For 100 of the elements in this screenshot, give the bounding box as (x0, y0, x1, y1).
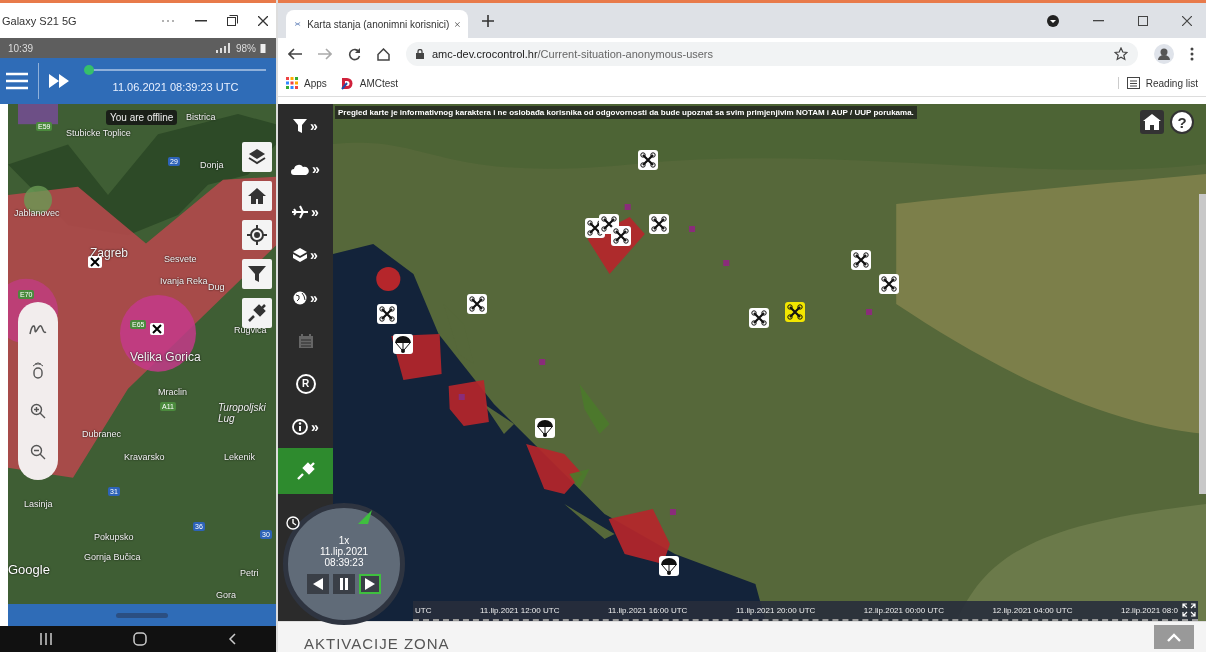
layers-icon (293, 247, 308, 262)
plug-icon (296, 462, 315, 480)
home-icon[interactable] (377, 47, 390, 61)
timeline-label: 12.lip.2021 08:0 (1121, 605, 1178, 615)
zoom-in-icon[interactable] (30, 403, 46, 420)
drone-warning-marker-icon[interactable] (785, 302, 805, 322)
locate-button[interactable] (242, 220, 272, 250)
speed-text: 1x (338, 534, 350, 546)
menu-icon[interactable] (6, 72, 28, 90)
timeline-label: 11.lip.2021 20:00 UTC (735, 605, 816, 615)
place-label: Jablanovec (14, 208, 60, 218)
pause-icon (339, 577, 349, 590)
timeline-label: 11.lip.2021 12:00 UTC (479, 605, 560, 615)
timeline-label: 11.lip.2021 16:00 UTC (607, 605, 688, 615)
layers-tool-button[interactable]: » (278, 233, 333, 276)
place-label: Gornja Bučica (84, 552, 141, 562)
zone-area (18, 104, 58, 125)
drone-marker-icon[interactable] (851, 250, 871, 270)
back-icon[interactable] (227, 633, 236, 645)
drone-marker-icon[interactable] (611, 226, 631, 246)
mouse-icon[interactable] (31, 360, 45, 379)
scrollbar[interactable] (1199, 194, 1206, 494)
fast-forward-icon[interactable] (49, 74, 69, 88)
place-label: Lasinja (24, 499, 53, 509)
apps-grid-icon (286, 77, 298, 89)
section-heading: AKTIVACIJE ZONA (304, 636, 450, 652)
connection-tool-button[interactable] (278, 448, 333, 494)
profile-dot-icon[interactable] (1047, 14, 1059, 27)
drone-marker-icon[interactable] (467, 294, 487, 314)
minimize-icon[interactable] (1093, 19, 1104, 22)
chevron-up-icon (1167, 632, 1181, 642)
layers-button[interactable] (242, 142, 272, 172)
browser-tab[interactable]: Karta stanja (anonimni korisnici) (286, 10, 468, 38)
clock-icon[interactable] (286, 516, 300, 530)
bookmark-link[interactable]: Apps (286, 77, 327, 89)
bookmark-link[interactable]: AMCtest (340, 76, 399, 90)
drone-marker-icon[interactable] (649, 214, 669, 234)
place-label: Gora (216, 590, 236, 600)
info-icon (292, 418, 309, 435)
home-button[interactable] (1140, 110, 1164, 134)
drone-marker-icon[interactable] (638, 150, 658, 170)
back-button[interactable] (307, 573, 329, 594)
play-button[interactable] (359, 573, 381, 594)
filter-icon (293, 118, 308, 133)
window-title: Galaxy S21 5G (2, 14, 77, 27)
home-button[interactable] (242, 181, 272, 211)
parachute-marker-icon[interactable] (659, 556, 679, 576)
minimize-icon[interactable] (195, 19, 207, 22)
timeline-label: 12.lip.2021 00:00 UTC (863, 605, 944, 615)
timeline-label: 12.lip.2021 04:00 UTC (992, 605, 1073, 615)
maximize-icon[interactable] (1138, 15, 1148, 26)
weather-tool-button[interactable]: » (278, 147, 333, 190)
timeline-bar[interactable]: UTC 11.lip.2021 12:00 UTC 11.lip.2021 16:00 UTC 11.lip.2021 20:00 UTC 12.lip.2021 00:00 UTC 12.lip.2021 04:00 UTC 12.lip.2021 08:0 (413, 601, 1198, 621)
zoom-out-icon[interactable] (30, 443, 46, 460)
back-arrow-icon[interactable] (288, 48, 302, 60)
place-label: Stubicke Toplice (66, 128, 131, 138)
calendar-icon (298, 333, 313, 348)
star-icon[interactable] (1114, 47, 1128, 61)
clock-text: 10:39 (8, 42, 34, 54)
connection-button[interactable] (242, 298, 272, 328)
back-icon (313, 577, 323, 590)
draw-icon[interactable] (29, 322, 47, 337)
new-tab-icon[interactable] (482, 14, 494, 27)
signal-icon (214, 43, 232, 53)
battery-icon (260, 43, 266, 53)
reload-icon[interactable] (348, 47, 361, 61)
kebab-menu-icon[interactable] (1190, 47, 1194, 61)
filter-tool-button[interactable]: » (278, 104, 333, 147)
place-label: Zagreb (90, 246, 129, 260)
globe-tool-button[interactable]: » (278, 276, 333, 319)
map-attribution: Google (8, 562, 50, 577)
restore-icon[interactable] (227, 15, 238, 26)
place-label: Pokupsko (94, 532, 134, 542)
plug-icon (247, 303, 267, 323)
drone-marker-icon[interactable] (749, 308, 769, 328)
reading-list-link[interactable]: Reading list (1117, 77, 1198, 89)
info-tool-button[interactable]: » (278, 405, 333, 448)
plane-icon (292, 204, 309, 219)
close-icon[interactable] (1182, 15, 1192, 26)
filter-icon (247, 264, 267, 284)
dial-pointer-icon (358, 510, 372, 524)
scroll-top-button[interactable] (1154, 625, 1194, 649)
expand-icon[interactable] (1182, 603, 1196, 617)
parachute-marker-icon[interactable] (535, 418, 555, 438)
registration-tool-button[interactable]: R (278, 362, 333, 405)
aircraft-tool-button[interactable]: » (278, 190, 333, 233)
place-label: Dug (208, 282, 225, 292)
filter-button[interactable] (242, 259, 272, 289)
place-label: Rugvica (234, 325, 267, 335)
close-icon[interactable] (258, 15, 268, 26)
address-bar[interactable]: amc-dev.crocontrol.hr/Current-situation-anonymous-users (406, 42, 1138, 66)
place-label: Mraclin (158, 387, 187, 397)
date-text: 11.lip.2021 (319, 545, 369, 557)
drone-marker-icon[interactable] (377, 304, 397, 324)
avatar-icon[interactable] (1154, 44, 1174, 64)
recents-icon[interactable] (40, 633, 53, 645)
drone-marker-icon[interactable] (879, 274, 899, 294)
parachute-marker-icon[interactable] (393, 334, 413, 354)
pause-button[interactable] (333, 573, 355, 594)
timeline-label: UTC (415, 605, 432, 615)
